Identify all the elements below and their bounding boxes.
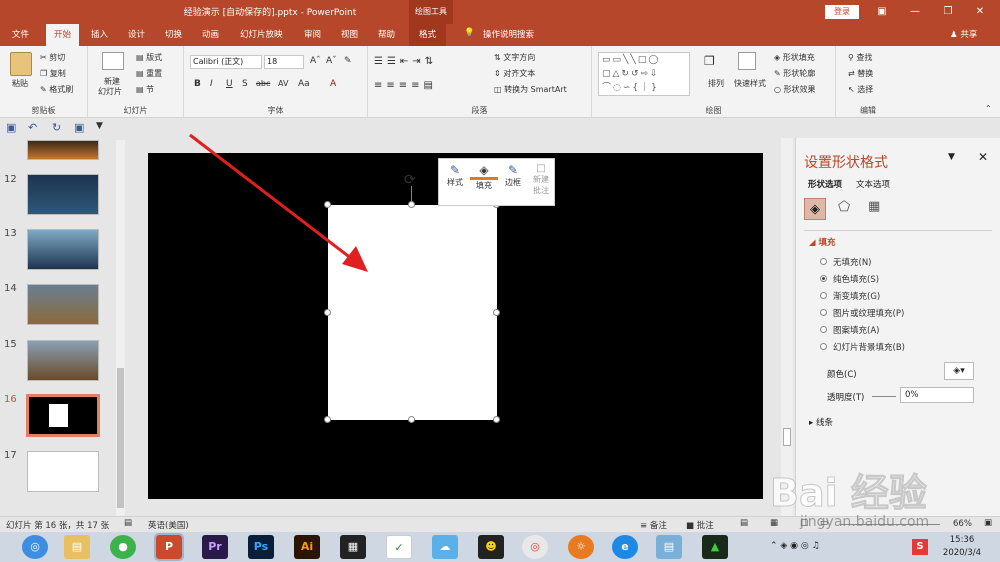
radio-icon [820,326,827,333]
fill-option-background[interactable]: 幻灯片背景填充(B) [820,341,905,353]
normal-view-icon[interactable]: ▤ [740,518,748,528]
transparency-label: 透明度(T) [827,393,865,403]
color-label: 颜色(C) [827,370,857,380]
fill-option-label: 图案填充(A) [833,326,880,336]
effects-pentagon-icon[interactable]: ⬠ [838,199,850,215]
fill-option-gradient[interactable]: 渐变填充(G) [820,290,880,302]
tray-date[interactable]: 2020/3/4 [940,548,984,558]
fill-section-label: 填充 [818,238,836,248]
notes-button[interactable]: ≡ 备注 [640,519,667,531]
tab-text-options[interactable]: 文本选项 [856,178,890,190]
fill-option-picture[interactable]: 图片或纹理填充(P) [820,307,904,319]
file-explorer-icon[interactable]: ▤ [64,535,90,559]
line-section-header[interactable]: ▸ 线条 [809,416,833,428]
fill-option-solid[interactable]: 纯色填充(S) [820,273,879,285]
start-orb-icon[interactable]: ◎ [22,535,48,559]
comment-icon: ■ [686,521,695,531]
powerpoint-icon[interactable]: P [154,533,184,561]
comments-label: 批注 [696,521,714,531]
arrow-shaft [189,133,357,264]
paint-bucket-icon: ◈ [953,366,961,376]
slide-count-status: 幻灯片 第 16 张，共 17 张 [6,521,110,531]
chevron-right-icon: ▸ [809,418,814,428]
fill-option-label: 纯色填充(S) [833,275,880,285]
baidu-watermark: Bai 经验 jingyan.baidu.com [770,458,975,538]
wechat-icon[interactable]: ● [110,535,136,559]
radio-selected-icon [820,275,827,282]
radio-icon [820,258,827,265]
arrow-head [342,246,368,272]
tray-icons[interactable]: ⌃ ◈ ◉ ◎ ♫ [770,541,820,551]
qq-icon[interactable]: ☻ [478,535,504,559]
fill-line-icon[interactable]: ◈ [804,198,826,220]
transparency-input[interactable]: 0% [900,387,974,403]
chat-app-icon[interactable]: ☁ [432,535,458,559]
chevron-down-icon: ◢ [809,238,816,248]
internet-explorer-icon[interactable]: e [612,535,638,559]
radio-icon [820,343,827,350]
notes-icon: ≡ [640,521,648,531]
spellcheck-icon[interactable]: ▤ [124,518,132,528]
fill-option-pattern[interactable]: 图案填充(A) [820,324,879,336]
pane-divider [804,230,992,231]
notes-label: 备注 [649,521,667,531]
comments-button[interactable]: ■ 批注 [686,519,714,531]
radio-icon [820,292,827,299]
tab-shape-options[interactable]: 形状选项 [808,178,842,190]
premiere-icon[interactable]: Pr [202,535,228,559]
watermark-url: jingyan.baidu.com [800,514,930,530]
photoshop-icon[interactable]: Ps [248,535,274,559]
watermark-logo: Bai 经验 [770,471,928,516]
fill-option-label: 幻灯片背景填充(B) [833,343,905,353]
notes-app-icon[interactable]: ▤ [656,535,682,559]
fill-option-label: 图片或纹理填充(P) [833,309,905,319]
sogou-icon[interactable]: S [912,539,928,555]
browser-icon[interactable]: ☼ [568,535,594,559]
color-picker-button[interactable]: ◈▾ [944,362,974,380]
fill-option-none[interactable]: 无填充(N) [820,256,872,268]
chrome-icon[interactable]: ◎ [522,535,548,559]
video-editor-icon[interactable]: ▦ [340,535,366,559]
transparency-slider[interactable] [872,396,896,397]
size-properties-icon[interactable]: ▦ [868,199,880,214]
illustrator-icon[interactable]: Ai [294,535,320,559]
pane-options-icon[interactable]: ▼ [948,152,955,162]
fit-slide-icon[interactable]: ▣ [984,518,992,528]
fill-option-label: 渐变填充(G) [833,292,881,302]
fill-section-header[interactable]: ◢ 填充 [809,236,836,248]
language-status[interactable]: 英语(美国) [148,519,189,531]
pane-close-icon[interactable]: ✕ [978,150,988,164]
app-icon[interactable]: ✓ [386,535,412,559]
line-section-label: 线条 [815,418,833,428]
radio-icon [820,309,827,316]
camtasia-icon[interactable]: ▲ [702,535,728,559]
fill-option-label: 无填充(N) [833,258,872,268]
pane-title: 设置形状格式 [804,155,888,171]
